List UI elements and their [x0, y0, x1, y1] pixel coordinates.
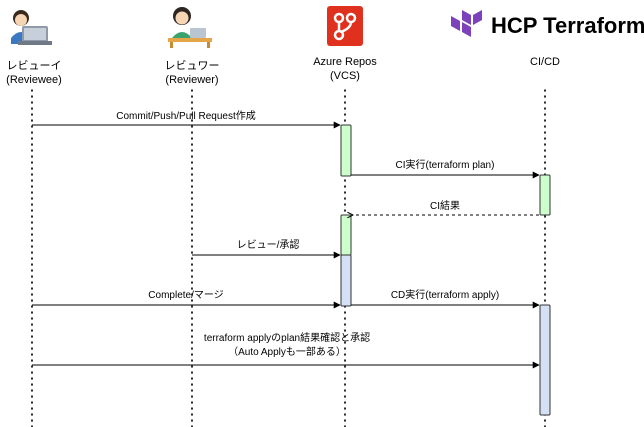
- hcp-terraform-logo: [451, 10, 482, 37]
- message-label-ci-result: CI結果: [430, 199, 460, 212]
- azure-repos-icon: [327, 6, 363, 46]
- message-label-commit: Commit/Push/Pull Request作成: [116, 110, 256, 122]
- activation-vcs-ci: [340, 124, 352, 177]
- message-label-review: レビュー/承認: [237, 238, 300, 251]
- person-at-desk-icon: [168, 7, 212, 48]
- message-label-merge: Complete/マージ: [148, 290, 223, 301]
- participant-reviewee-name: レビューイ: [7, 59, 62, 72]
- activation-cicd-apply: [539, 304, 551, 416]
- message-label-cd-apply: CD実行(terraform apply): [391, 288, 499, 301]
- sequence-diagram: HCP Terraform レビューイ (Reviewee) レビュワー (Re…: [6, 6, 644, 427]
- participant-vcs-role: (VCS): [330, 70, 360, 82]
- person-at-laptop-icon: [11, 10, 52, 45]
- activation-vcs-review: [340, 214, 352, 256]
- message-label-ci-plan: CI実行(terraform plan): [396, 158, 495, 171]
- brand-text: HCP Terraform: [491, 13, 644, 38]
- activation-cicd-ci: [539, 174, 551, 216]
- participant-vcs-name: Azure Repos: [313, 56, 377, 68]
- message-label-apply-approve: terraform applyのplan結果確認と承認: [204, 331, 370, 344]
- message-label-apply-approve-note: （Auto Applyも一部ある）: [228, 345, 346, 358]
- participant-cicd-name: CI/CD: [530, 56, 560, 68]
- participant-reviewee-role: (Reviewee): [6, 74, 62, 86]
- activation-vcs-merge: [340, 254, 352, 307]
- participant-reviewer-role: (Reviewer): [165, 74, 218, 86]
- participant-reviewer-name: レビュワー: [165, 59, 220, 72]
